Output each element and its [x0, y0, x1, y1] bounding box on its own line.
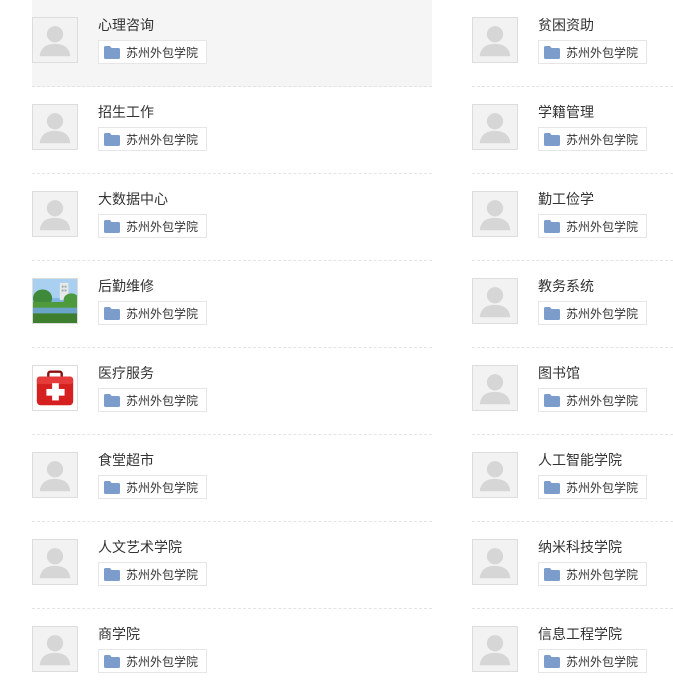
- item-title[interactable]: 教务系统: [538, 278, 594, 296]
- folder-icon: [544, 306, 560, 320]
- app-list-item[interactable]: 教务系统苏州外包学院: [472, 261, 673, 348]
- category-tag[interactable]: 苏州外包学院: [98, 214, 208, 238]
- category-tag-label: 苏州外包学院: [566, 654, 639, 669]
- placeholder-avatar-icon: [472, 278, 518, 324]
- item-title[interactable]: 贫困资助: [538, 17, 594, 35]
- category-tag[interactable]: 苏州外包学院: [538, 214, 648, 238]
- category-tag-label: 苏州外包学院: [566, 132, 639, 147]
- category-tag-label: 苏州外包学院: [566, 393, 639, 408]
- campus-photo-icon: [32, 278, 78, 324]
- category-tag-label: 苏州外包学院: [566, 567, 639, 582]
- category-tag[interactable]: 苏州外包学院: [538, 388, 648, 412]
- app-list-item[interactable]: 大数据中心苏州外包学院: [32, 174, 432, 261]
- folder-icon: [104, 654, 120, 668]
- placeholder-avatar-icon: [32, 17, 78, 63]
- category-tag-label: 苏州外包学院: [126, 306, 199, 321]
- folder-icon: [104, 480, 120, 494]
- folder-icon: [544, 567, 560, 581]
- app-list-item[interactable]: 学籍管理苏州外包学院: [472, 87, 673, 174]
- category-tag-label: 苏州外包学院: [126, 567, 199, 582]
- folder-icon: [544, 393, 560, 407]
- folder-icon: [544, 132, 560, 146]
- folder-icon: [104, 219, 120, 233]
- category-tag[interactable]: 苏州外包学院: [98, 562, 208, 586]
- item-title[interactable]: 学籍管理: [538, 104, 594, 122]
- first-aid-kit-icon: [32, 365, 78, 411]
- category-tag[interactable]: 苏州外包学院: [98, 475, 208, 499]
- placeholder-avatar-icon: [472, 104, 518, 150]
- category-tag[interactable]: 苏州外包学院: [538, 475, 648, 499]
- category-tag[interactable]: 苏州外包学院: [98, 388, 208, 412]
- item-title[interactable]: 招生工作: [98, 104, 154, 122]
- placeholder-avatar-icon: [472, 452, 518, 498]
- item-title[interactable]: 商学院: [98, 626, 140, 644]
- placeholder-avatar-icon: [472, 626, 518, 672]
- right-column: 贫困资助 苏州外包学院 学籍管理 苏州外包学院 勤工俭学 苏州外包学院 教务系统 苏州外包学院…: [472, 0, 673, 686]
- category-tag-label: 苏州外包学院: [566, 219, 639, 234]
- folder-icon: [544, 45, 560, 59]
- item-title[interactable]: 心理咨询: [98, 17, 154, 35]
- item-title[interactable]: 勤工俭学: [538, 191, 594, 209]
- app-list-item[interactable]: 信息工程学院苏州外包学院: [472, 609, 673, 686]
- category-tag-label: 苏州外包学院: [566, 306, 639, 321]
- category-tag-label: 苏州外包学院: [126, 654, 199, 669]
- app-list-item[interactable]: 医疗服务苏州外包学院: [32, 348, 432, 435]
- app-list-item[interactable]: 招生工作苏州外包学院: [32, 87, 432, 174]
- category-tag-label: 苏州外包学院: [126, 132, 199, 147]
- category-tag-label: 苏州外包学院: [126, 393, 199, 408]
- placeholder-avatar-icon: [472, 539, 518, 585]
- folder-icon: [544, 654, 560, 668]
- category-tag-label: 苏州外包学院: [126, 480, 199, 495]
- category-tag[interactable]: 苏州外包学院: [538, 301, 648, 325]
- left-column: 心理咨询 苏州外包学院 招生工作 苏州外包学院 大数据中心 苏州外包学院 后勤维修 苏州外包学…: [32, 0, 432, 686]
- category-tag[interactable]: 苏州外包学院: [538, 649, 648, 673]
- app-list-item[interactable]: 商学院苏州外包学院: [32, 609, 432, 686]
- item-title[interactable]: 医疗服务: [98, 365, 154, 383]
- item-title[interactable]: 纳米科技学院: [538, 539, 622, 557]
- item-title[interactable]: 图书馆: [538, 365, 580, 383]
- folder-icon: [544, 219, 560, 233]
- item-title[interactable]: 人工智能学院: [538, 452, 622, 470]
- category-tag[interactable]: 苏州外包学院: [98, 40, 208, 64]
- folder-icon: [104, 567, 120, 581]
- category-tag[interactable]: 苏州外包学院: [98, 301, 208, 325]
- item-title[interactable]: 后勤维修: [98, 278, 154, 296]
- category-tag[interactable]: 苏州外包学院: [538, 562, 648, 586]
- category-tag-label: 苏州外包学院: [126, 219, 199, 234]
- item-title[interactable]: 大数据中心: [98, 191, 168, 209]
- folder-icon: [104, 45, 120, 59]
- app-list-item[interactable]: 贫困资助苏州外包学院: [472, 0, 673, 87]
- app-list-item[interactable]: 后勤维修苏州外包学院: [32, 261, 432, 348]
- app-list-item[interactable]: 食堂超市苏州外包学院: [32, 435, 432, 522]
- category-tag-label: 苏州外包学院: [566, 480, 639, 495]
- app-list-item[interactable]: 勤工俭学苏州外包学院: [472, 174, 673, 261]
- placeholder-avatar-icon: [32, 626, 78, 672]
- app-list-item[interactable]: 图书馆苏州外包学院: [472, 348, 673, 435]
- category-tag[interactable]: 苏州外包学院: [98, 649, 208, 673]
- app-list-item[interactable]: 纳米科技学院苏州外包学院: [472, 522, 673, 609]
- app-list-item[interactable]: 心理咨询苏州外包学院: [32, 0, 432, 87]
- placeholder-avatar-icon: [472, 365, 518, 411]
- app-list-item[interactable]: 人工智能学院苏州外包学院: [472, 435, 673, 522]
- app-list-grid: 心理咨询 苏州外包学院 招生工作 苏州外包学院 大数据中心 苏州外包学院 后勤维修 苏州外包学…: [0, 0, 673, 686]
- folder-icon: [104, 306, 120, 320]
- category-tag-label: 苏州外包学院: [126, 45, 199, 60]
- item-title[interactable]: 人文艺术学院: [98, 539, 182, 557]
- folder-icon: [104, 393, 120, 407]
- placeholder-avatar-icon: [32, 539, 78, 585]
- placeholder-avatar-icon: [472, 191, 518, 237]
- category-tag[interactable]: 苏州外包学院: [538, 127, 648, 151]
- category-tag-label: 苏州外包学院: [566, 45, 639, 60]
- category-tag[interactable]: 苏州外包学院: [98, 127, 208, 151]
- item-title[interactable]: 信息工程学院: [538, 626, 622, 644]
- placeholder-avatar-icon: [472, 17, 518, 63]
- item-title[interactable]: 食堂超市: [98, 452, 154, 470]
- folder-icon: [104, 132, 120, 146]
- app-list-item[interactable]: 人文艺术学院苏州外包学院: [32, 522, 432, 609]
- placeholder-avatar-icon: [32, 104, 78, 150]
- placeholder-avatar-icon: [32, 191, 78, 237]
- folder-icon: [544, 480, 560, 494]
- category-tag[interactable]: 苏州外包学院: [538, 40, 648, 64]
- placeholder-avatar-icon: [32, 452, 78, 498]
